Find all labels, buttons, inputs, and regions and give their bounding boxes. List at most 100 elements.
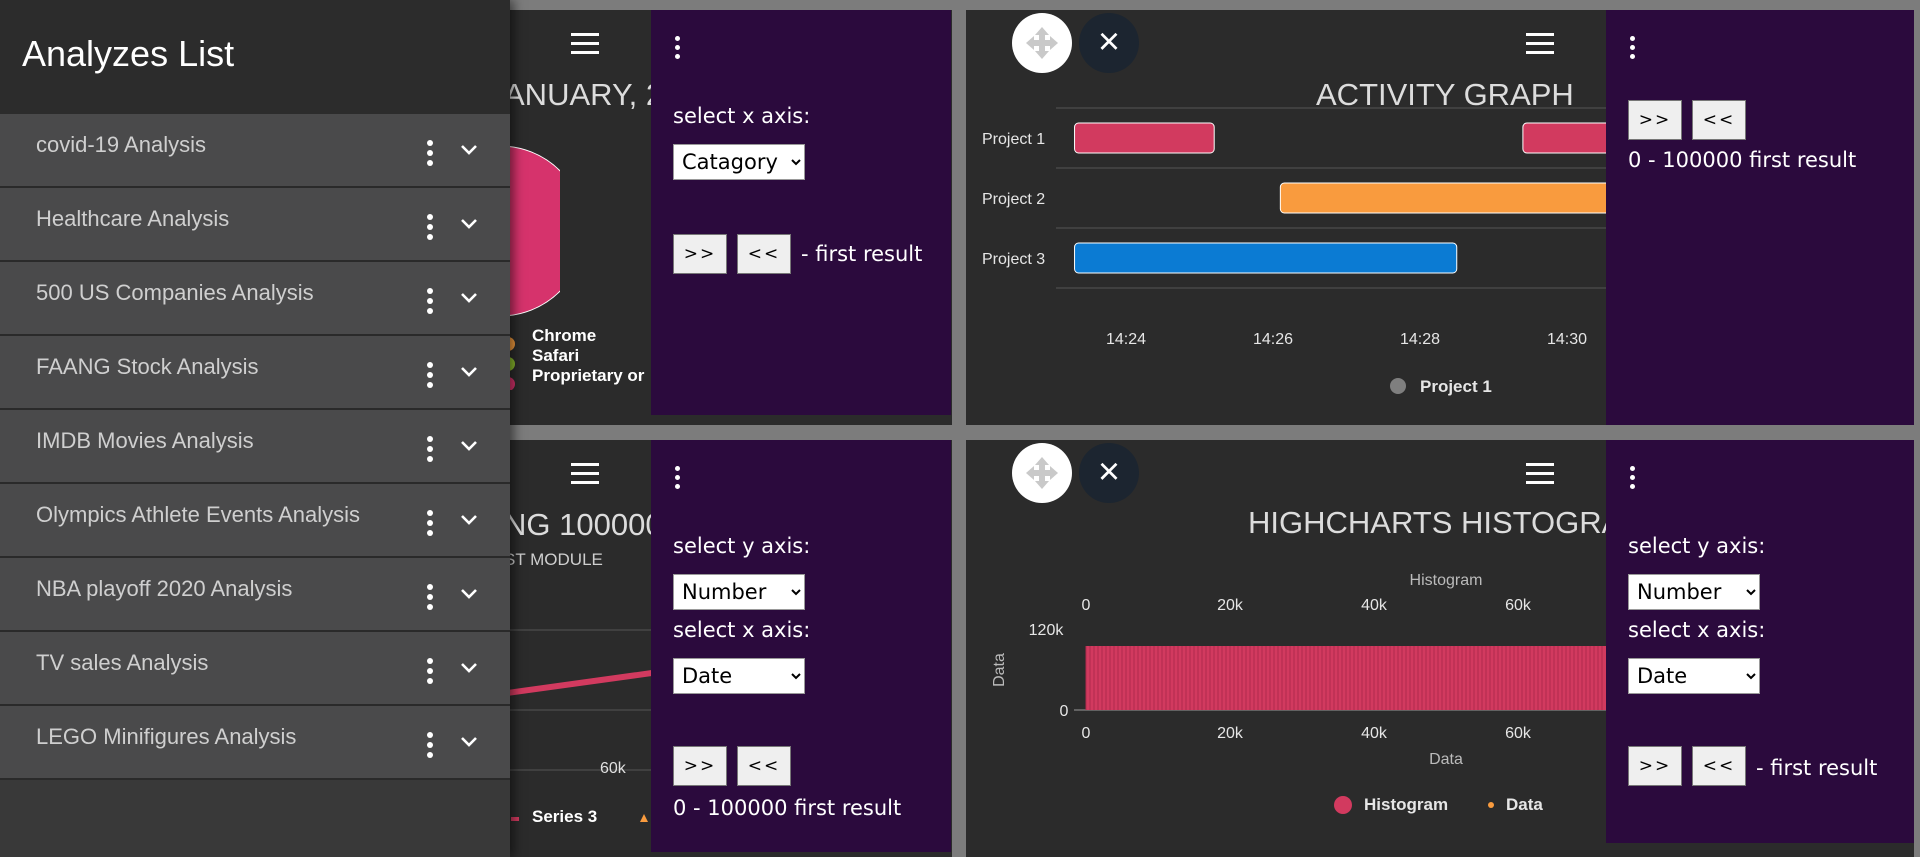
y-axis-select[interactable]: Number bbox=[673, 574, 805, 610]
y-tick-label: 120k bbox=[1029, 622, 1065, 639]
legend-marker-project-1 bbox=[1390, 378, 1406, 394]
controls-panel-bottom-right: select y axis: Number select x axis: Dat… bbox=[1606, 440, 1914, 843]
sidebar-item-label: TV sales Analysis bbox=[36, 650, 209, 675]
next-page-button[interactable]: >> bbox=[1628, 746, 1682, 786]
result-range-text: - first result bbox=[1756, 756, 1878, 780]
gantt-bar bbox=[1522, 122, 1606, 154]
y-axis-select[interactable]: Number bbox=[1628, 574, 1760, 610]
sidebar-item-label: IMDB Movies Analysis bbox=[36, 428, 254, 453]
sidebar-item-label: 500 US Companies Analysis bbox=[36, 280, 314, 305]
next-page-button[interactable]: >> bbox=[1628, 100, 1682, 140]
x-tick-label: 14:30 bbox=[1547, 331, 1587, 348]
chevron-down-icon[interactable] bbox=[458, 138, 480, 160]
controls-panel-top-left: select x axis: Catagory >> << - first re… bbox=[651, 10, 951, 415]
more-options-icon[interactable] bbox=[427, 658, 435, 688]
sidebar-title: Analyzes List bbox=[0, 0, 510, 114]
chevron-down-icon[interactable] bbox=[458, 730, 480, 752]
legend-item-series-3[interactable]: Series 3 bbox=[532, 807, 597, 827]
x-axis-label: select x axis: bbox=[673, 104, 811, 128]
result-range-text: - first result bbox=[801, 242, 923, 266]
gantt-bar bbox=[1279, 182, 1606, 214]
sidebar-item[interactable]: IMDB Movies Analysis bbox=[0, 410, 510, 484]
y-axis-label: select y axis: bbox=[673, 534, 811, 558]
chevron-down-icon[interactable] bbox=[458, 582, 480, 604]
legend-marker-series-4 bbox=[640, 814, 648, 822]
x-axis-label: select x axis: bbox=[1628, 618, 1766, 642]
next-page-button[interactable]: >> bbox=[673, 234, 727, 274]
more-options-icon[interactable] bbox=[427, 584, 435, 614]
chevron-down-icon[interactable] bbox=[458, 212, 480, 234]
chart-subtitle: Histogram bbox=[1410, 572, 1483, 589]
next-page-button[interactable]: >> bbox=[673, 746, 727, 786]
sidebar-item[interactable]: 500 US Companies Analysis bbox=[0, 262, 510, 336]
y-axis-title: Data bbox=[991, 653, 1008, 687]
kebab-menu-icon[interactable] bbox=[1626, 466, 1638, 498]
controls-panel-bottom-left: select y axis: Number select x axis: Dat… bbox=[651, 440, 951, 852]
legend-item-chrome[interactable]: Chrome bbox=[532, 326, 596, 346]
x-tick-label: 14:26 bbox=[1253, 331, 1293, 348]
more-options-icon[interactable] bbox=[427, 214, 435, 244]
more-options-icon[interactable] bbox=[427, 140, 435, 170]
prev-page-button[interactable]: << bbox=[737, 746, 791, 786]
chevron-down-icon[interactable] bbox=[458, 508, 480, 530]
sidebar-item-label: LEGO Minifigures Analysis bbox=[36, 724, 297, 749]
line-chart bbox=[500, 629, 652, 771]
y-tick-label: Project 3 bbox=[982, 251, 1045, 268]
x-tick-label: 60k bbox=[1505, 725, 1532, 742]
more-options-icon[interactable] bbox=[427, 436, 435, 466]
sidebar-item[interactable]: TV sales Analysis bbox=[0, 632, 510, 706]
legend-item-proprietary[interactable]: Proprietary or bbox=[532, 366, 644, 386]
x-axis-select[interactable]: Catagory bbox=[673, 144, 805, 180]
sidebar-item[interactable]: LEGO Minifigures Analysis bbox=[0, 706, 510, 780]
more-options-icon[interactable] bbox=[427, 288, 435, 318]
legend-marker-series-3 bbox=[511, 817, 519, 821]
prev-page-button[interactable]: << bbox=[1692, 746, 1746, 786]
more-options-icon[interactable] bbox=[427, 510, 435, 540]
legend-item-data[interactable]: Data bbox=[1506, 795, 1543, 815]
legend-item-histogram[interactable]: Histogram bbox=[1364, 795, 1448, 815]
x-tick-label: 14:28 bbox=[1400, 331, 1440, 348]
sidebar-item[interactable]: FAANG Stock Analysis bbox=[0, 336, 510, 410]
sidebar-item[interactable]: covid-19 Analysis bbox=[0, 114, 510, 188]
hamburger-menu-icon[interactable] bbox=[571, 463, 599, 485]
legend-marker-data bbox=[1488, 802, 1494, 808]
series-3-line bbox=[500, 670, 652, 697]
prev-page-button[interactable]: << bbox=[737, 234, 791, 274]
chevron-down-icon[interactable] bbox=[458, 656, 480, 678]
result-range-text: 0 - 100000 first result bbox=[673, 796, 902, 820]
y-tick-label: Project 2 bbox=[982, 191, 1045, 208]
sidebar-item-label: Healthcare Analysis bbox=[36, 206, 230, 231]
x-tick-label: 20k bbox=[1217, 725, 1244, 742]
x-tick-label-top: 20k bbox=[1217, 597, 1244, 614]
chevron-down-icon[interactable] bbox=[458, 286, 480, 308]
legend-marker-histogram bbox=[1334, 796, 1352, 814]
chart-title: NG 100000 bbox=[504, 507, 663, 542]
result-range-text: 0 - 100000 first result bbox=[1628, 148, 1857, 172]
x-tick-label: 40k bbox=[1361, 725, 1388, 742]
legend-item-safari[interactable]: Safari bbox=[532, 346, 579, 366]
activity-gantt-chart: Project 1 Project 2 Project 3 14:24 14:26 14:… bbox=[982, 107, 1606, 348]
chevron-down-icon[interactable] bbox=[458, 360, 480, 382]
x-axis-select[interactable]: Date bbox=[1628, 658, 1760, 694]
x-tick-label-top: 60k bbox=[1505, 597, 1532, 614]
more-options-icon[interactable] bbox=[427, 362, 435, 392]
kebab-menu-icon[interactable] bbox=[671, 36, 683, 68]
gantt-bar bbox=[1074, 122, 1215, 154]
sidebar-item[interactable]: Healthcare Analysis bbox=[0, 188, 510, 262]
x-axis-select[interactable]: Date bbox=[673, 658, 805, 694]
prev-page-button[interactable]: << bbox=[1692, 100, 1746, 140]
x-tick-label: 60k bbox=[600, 760, 626, 777]
legend-item-project-1[interactable]: Project 1 bbox=[1420, 377, 1492, 397]
chevron-down-icon[interactable] bbox=[458, 434, 480, 456]
hamburger-menu-icon[interactable] bbox=[571, 33, 599, 55]
kebab-menu-icon[interactable] bbox=[1626, 36, 1638, 68]
kebab-menu-icon[interactable] bbox=[671, 466, 683, 498]
chart-subtitle: ST MODULE bbox=[504, 550, 603, 569]
sidebar-item-label: covid-19 Analysis bbox=[36, 132, 206, 157]
sidebar-item[interactable]: Olympics Athlete Events Analysis bbox=[0, 484, 510, 558]
sidebar-item[interactable]: NBA playoff 2020 Analysis bbox=[0, 558, 510, 632]
more-options-icon[interactable] bbox=[427, 732, 435, 762]
y-tick-label: Project 1 bbox=[982, 131, 1045, 148]
analyzes-list: covid-19 Analysis Healthcare Analysis 500 … bbox=[0, 114, 510, 780]
chart-title: ANUARY, 2 bbox=[504, 77, 664, 112]
